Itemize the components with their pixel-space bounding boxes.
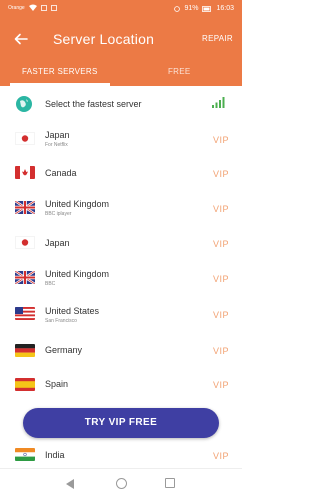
server-row-canada[interactable]: Canada VIP xyxy=(0,156,242,190)
server-row-uk-bbc[interactable]: United Kingdom BBC VIP xyxy=(0,260,242,294)
server-sub: San Francisco xyxy=(45,318,77,324)
canada-flag-icon xyxy=(15,166,35,179)
signal-bars-icon xyxy=(212,97,225,108)
server-row-spain[interactable]: Spain VIP xyxy=(0,367,242,401)
try-vip-free-button[interactable]: TRY VIP FREE xyxy=(23,408,219,438)
server-name: Japan xyxy=(45,130,70,140)
carrier-label: Orange xyxy=(8,4,25,11)
server-row-uk-bbc-iplayer[interactable]: United Kingdom BBC iplayer VIP xyxy=(0,190,242,224)
server-sub: BBC iplayer xyxy=(45,211,72,217)
server-name: Spain xyxy=(45,379,69,389)
status-bar: Orange 91% 16:03 xyxy=(0,0,242,20)
vip-badge: VIP xyxy=(212,346,229,356)
alarm-icon xyxy=(174,5,181,12)
server-name: United Kingdom xyxy=(45,269,110,279)
server-name: United Kingdom xyxy=(45,199,110,209)
japan-flag-icon xyxy=(15,132,35,145)
page-title: Server Location xyxy=(53,31,155,47)
server-row-japan-netflix[interactable]: Japan For Netflix VIP xyxy=(0,122,242,156)
image-icon xyxy=(40,4,47,11)
vip-badge: VIP xyxy=(212,274,229,284)
battery-icon xyxy=(202,5,212,12)
system-nav-bar xyxy=(0,468,242,500)
globe-icon xyxy=(16,96,32,112)
vip-badge: VIP xyxy=(212,380,229,390)
clock: 16:03 xyxy=(216,5,234,12)
tab-bar: FASTER SERVERS FREE xyxy=(0,58,242,86)
server-row-united-states[interactable]: United States San Francisco VIP xyxy=(0,296,242,330)
vip-badge: VIP xyxy=(212,135,229,145)
battery-percent: 91% xyxy=(184,5,199,12)
fastest-server-label: Select the fastest server xyxy=(45,99,142,109)
app-bar: Server Location REPAIR xyxy=(0,20,242,58)
arrow-left-icon xyxy=(14,33,28,45)
wifi-icon xyxy=(28,4,37,11)
tab-free[interactable]: FREE xyxy=(168,67,191,76)
server-row-japan[interactable]: Japan VIP xyxy=(0,226,242,260)
spain-flag-icon xyxy=(15,378,35,391)
tab-faster-servers[interactable]: FASTER SERVERS xyxy=(22,67,98,76)
nav-home-icon[interactable] xyxy=(116,478,127,489)
repair-button[interactable]: REPAIR xyxy=(202,34,233,43)
nav-recents-icon[interactable] xyxy=(165,478,175,488)
back-button[interactable] xyxy=(14,29,34,49)
server-name: Germany xyxy=(45,345,83,355)
germany-flag-icon xyxy=(15,344,35,357)
server-row-germany[interactable]: Germany VIP xyxy=(0,333,242,367)
server-sub: For Netflix xyxy=(45,142,68,148)
server-name: India xyxy=(45,450,65,460)
server-name: Canada xyxy=(45,168,77,178)
nav-back-icon[interactable] xyxy=(66,479,74,489)
server-sub: BBC xyxy=(45,281,56,287)
vip-badge: VIP xyxy=(212,169,229,179)
server-name: Japan xyxy=(45,238,70,248)
vip-badge: VIP xyxy=(212,204,229,214)
us-flag-icon xyxy=(15,307,35,320)
tab-indicator xyxy=(10,83,110,86)
india-flag-icon xyxy=(15,448,35,461)
vip-badge: VIP xyxy=(212,239,229,249)
server-name: United States xyxy=(45,306,100,316)
status-left: Orange xyxy=(8,4,57,11)
vip-badge: VIP xyxy=(212,451,229,461)
uk-flag-icon xyxy=(15,271,35,284)
uk-flag-icon xyxy=(15,201,35,214)
notification-icon xyxy=(50,4,57,11)
japan-flag-icon xyxy=(15,236,35,249)
vip-badge: VIP xyxy=(212,310,229,320)
status-right: 91% 16:03 xyxy=(174,5,234,12)
